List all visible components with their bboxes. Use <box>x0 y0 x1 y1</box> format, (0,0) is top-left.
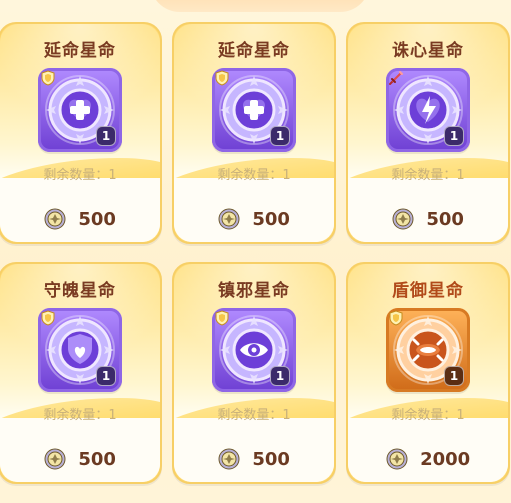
remaining-quantity: 剩余数量：1 <box>174 404 334 423</box>
shield-icon <box>215 310 229 326</box>
shop-item-card[interactable]: 守魄星命 1 剩余数量：1 500 <box>0 262 162 484</box>
item-title: 镇邪星命 <box>218 281 290 301</box>
price-value: 500 <box>252 209 290 230</box>
quantity-badge: 1 <box>444 366 464 386</box>
price[interactable]: 500 <box>0 448 160 470</box>
remaining-value: 1 <box>282 168 291 183</box>
remaining-label: 剩余数量： <box>391 168 457 183</box>
quantity-badge: 1 <box>270 126 290 146</box>
item-title: 诛心星命 <box>392 41 464 61</box>
remaining-quantity: 剩余数量：1 <box>174 164 334 183</box>
price[interactable]: 500 <box>0 208 160 230</box>
item-icon-frame[interactable]: 1 <box>38 308 122 392</box>
item-title: 盾御星命 <box>392 281 464 301</box>
shop-grid: 延命星命 1 剩余数量：1 500 延命星命 1 剩余数量：1 500 诛心星命… <box>0 0 511 503</box>
price[interactable]: 500 <box>348 208 508 230</box>
price-value: 500 <box>252 449 290 470</box>
coin-icon <box>44 208 66 230</box>
quantity-badge: 1 <box>444 126 464 146</box>
item-title: 守魄星命 <box>44 281 116 301</box>
coin-icon <box>386 448 408 470</box>
remaining-value: 1 <box>108 408 117 423</box>
remaining-value: 1 <box>456 408 465 423</box>
price[interactable]: 500 <box>174 448 334 470</box>
price-value: 500 <box>426 209 464 230</box>
shop-item-card[interactable]: 诛心星命 1 剩余数量：1 500 <box>346 22 510 244</box>
coin-icon <box>218 208 240 230</box>
remaining-value: 1 <box>456 168 465 183</box>
remaining-label: 剩余数量： <box>391 408 457 423</box>
remaining-quantity: 剩余数量：1 <box>348 404 508 423</box>
shield-icon <box>389 310 403 326</box>
item-icon-frame[interactable]: 1 <box>212 308 296 392</box>
quantity-badge: 1 <box>96 366 116 386</box>
remaining-label: 剩余数量： <box>217 168 283 183</box>
remaining-label: 剩余数量： <box>217 408 283 423</box>
item-icon-frame[interactable]: 1 <box>386 308 470 392</box>
item-title: 延命星命 <box>44 41 116 61</box>
shop-item-card[interactable]: 延命星命 1 剩余数量：1 500 <box>0 22 162 244</box>
item-icon-frame[interactable]: 1 <box>386 68 470 152</box>
sword-icon <box>389 71 403 85</box>
coin-icon <box>44 448 66 470</box>
shield-icon <box>41 310 55 326</box>
item-icon-frame[interactable]: 1 <box>38 68 122 152</box>
quantity-badge: 1 <box>96 126 116 146</box>
coin-icon <box>392 208 414 230</box>
item-title: 延命星命 <box>218 41 290 61</box>
item-icon-frame[interactable]: 1 <box>212 68 296 152</box>
price[interactable]: 500 <box>174 208 334 230</box>
remaining-label: 剩余数量： <box>43 408 109 423</box>
coin-icon <box>218 448 240 470</box>
shop-item-card[interactable]: 盾御星命 1 剩余数量：1 2000 <box>346 262 510 484</box>
price-value: 500 <box>78 449 116 470</box>
remaining-value: 1 <box>108 168 117 183</box>
shield-icon <box>41 70 55 86</box>
shop-item-card[interactable]: 镇邪星命 1 剩余数量：1 500 <box>172 262 336 484</box>
price-value: 2000 <box>420 449 471 470</box>
remaining-label: 剩余数量： <box>43 168 109 183</box>
remaining-value: 1 <box>282 408 291 423</box>
quantity-badge: 1 <box>270 366 290 386</box>
remaining-quantity: 剩余数量：1 <box>348 164 508 183</box>
price[interactable]: 2000 <box>348 448 508 470</box>
remaining-quantity: 剩余数量：1 <box>0 164 160 183</box>
shop-item-card[interactable]: 延命星命 1 剩余数量：1 500 <box>172 22 336 244</box>
shield-icon <box>215 70 229 86</box>
price-value: 500 <box>78 209 116 230</box>
remaining-quantity: 剩余数量：1 <box>0 404 160 423</box>
